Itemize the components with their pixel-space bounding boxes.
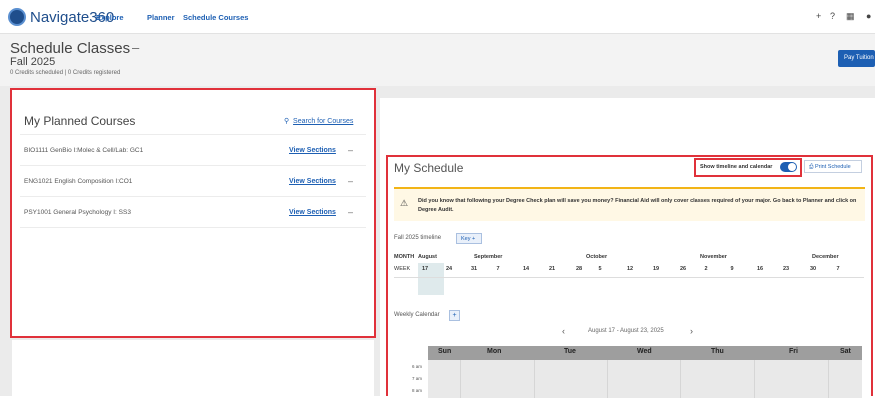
nav-explore[interactable]: Explore (96, 13, 124, 22)
day-header: Sat (840, 348, 851, 355)
month-label: September (474, 254, 503, 260)
week-cell[interactable]: 19 (649, 266, 663, 272)
week-cell[interactable]: 30 (806, 266, 820, 272)
day-header: Wed (637, 348, 652, 355)
calendar-column-divider (828, 360, 829, 398)
day-header: Mon (487, 348, 502, 355)
nav-planner[interactable]: Planner (147, 13, 175, 22)
planned-courses-title: My Planned Courses (24, 114, 136, 128)
collapse-icon[interactable]: – (348, 207, 353, 217)
calendar-column-divider (534, 360, 535, 398)
calendar-column-divider (680, 360, 681, 398)
warning-icon: ⚠ (400, 198, 409, 208)
printer-icon: ⎙ (809, 164, 814, 170)
calendar-column-divider (607, 360, 608, 398)
print-schedule-label: Print Schedule (814, 164, 851, 170)
course-name: ENG1021 English Composition I:CO1 (24, 178, 133, 185)
page-title: Schedule Classes (10, 40, 131, 57)
week-cell[interactable]: 16 (753, 266, 767, 272)
view-sections-link[interactable]: View Sections (289, 209, 336, 216)
week-cell[interactable]: 26 (676, 266, 690, 272)
week-cell[interactable]: 5 (593, 266, 607, 272)
next-week-icon[interactable]: › (690, 326, 693, 336)
row-divider (20, 196, 366, 197)
week-cell[interactable]: 23 (779, 266, 793, 272)
time-label: 8 am (412, 388, 423, 393)
month-label: December (812, 254, 839, 260)
add-icon: + (472, 236, 476, 242)
timeline-toggle-control[interactable]: Show timeline and calendar (694, 158, 802, 177)
week-cell[interactable]: 14 (519, 266, 533, 272)
week-cell[interactable]: 7 (491, 266, 505, 272)
search-for-courses-link[interactable]: ⚲ Search for Courses (284, 117, 353, 125)
week-cell[interactable]: 9 (725, 266, 739, 272)
planned-courses-panel: My Planned Courses ⚲ Search for Courses … (10, 88, 376, 338)
view-sections-link[interactable]: View Sections (289, 147, 336, 154)
degree-check-alert: ⚠ Did you know that following your Degre… (394, 187, 865, 221)
time-label: 7 am (412, 376, 423, 381)
row-divider (20, 227, 366, 228)
top-bar: Navigate360 Explore Planner Schedule Cou… (0, 0, 875, 34)
calendar-grid[interactable] (428, 360, 862, 398)
help-icon[interactable]: ? (830, 11, 835, 21)
time-label: 6 am (412, 364, 423, 369)
add-icon[interactable]: + (816, 11, 821, 21)
collapse-icon[interactable]: – (348, 176, 353, 186)
day-header: Sun (438, 348, 452, 355)
weekly-calendar-label: Weekly Calendar (394, 312, 440, 318)
week-date-range: August 17 - August 23, 2025 (588, 328, 664, 334)
toggle-label: Show timeline and calendar (700, 164, 773, 170)
week-cell[interactable]: 31 (467, 266, 481, 272)
weekly-calendar-add-button[interactable]: + (449, 310, 460, 321)
calendar-column-divider (460, 360, 461, 398)
day-header: Thu (711, 348, 724, 355)
previous-week-icon[interactable]: ‹ (562, 326, 565, 336)
title-menu-button[interactable]: – (132, 40, 139, 55)
view-sections-link[interactable]: View Sections (289, 178, 336, 185)
week-cell[interactable]: 17 (418, 266, 432, 272)
my-schedule-panel: My Schedule Show timeline and calendar ⎙… (386, 155, 873, 398)
navigate-logo-icon[interactable] (8, 8, 26, 26)
month-label: October (586, 254, 608, 260)
left-panel-continuation (12, 340, 374, 396)
alert-message: Did you know that following your Degree … (418, 198, 857, 213)
search-icon: ⚲ (284, 118, 290, 125)
term-label: Fall 2025 (10, 56, 56, 68)
row-divider (20, 165, 366, 166)
week-cell[interactable]: 2 (699, 266, 713, 272)
pay-tuition-button[interactable]: Pay Tuition (838, 50, 875, 67)
week-cell[interactable]: 28 (572, 266, 586, 272)
timeline-calendar-toggle[interactable] (780, 162, 797, 172)
week-cell[interactable]: 21 (545, 266, 559, 272)
week-cell[interactable]: 7 (831, 266, 845, 272)
day-header: Fri (789, 348, 798, 355)
week-cell[interactable]: 12 (623, 266, 637, 272)
collapse-icon[interactable]: – (348, 145, 353, 155)
search-for-courses-label: Search for Courses (293, 118, 354, 125)
nav-schedule-courses[interactable]: Schedule Courses (183, 13, 248, 22)
month-header: MONTH (394, 254, 415, 260)
calendar-column-divider (754, 360, 755, 398)
week-header: WEEK (394, 266, 411, 272)
week-cell[interactable]: 24 (442, 266, 456, 272)
timeline-label: Fall 2025 timeline (394, 235, 442, 241)
credits-summary: 0 Credits scheduled | 0 Credits register… (10, 70, 121, 76)
course-name: PSY1001 General Psychology I: SS3 (24, 209, 131, 216)
key-button[interactable]: Key + (456, 233, 482, 244)
toggle-knob (788, 163, 796, 171)
my-schedule-title: My Schedule (394, 161, 464, 175)
day-header: Tue (564, 348, 576, 355)
timeline-divider (394, 277, 864, 278)
row-divider (20, 134, 366, 135)
month-label: August (418, 254, 437, 260)
month-label: November (700, 254, 727, 260)
print-schedule-button[interactable]: ⎙ Print Schedule (804, 160, 862, 173)
calendar-icon[interactable]: ▦ (846, 11, 855, 22)
course-name: BIO1111 GenBio I:Molec & Cell/Lab: GC1 (24, 147, 144, 154)
profile-icon[interactable]: ● (866, 11, 871, 21)
key-button-label: Key (461, 236, 471, 242)
